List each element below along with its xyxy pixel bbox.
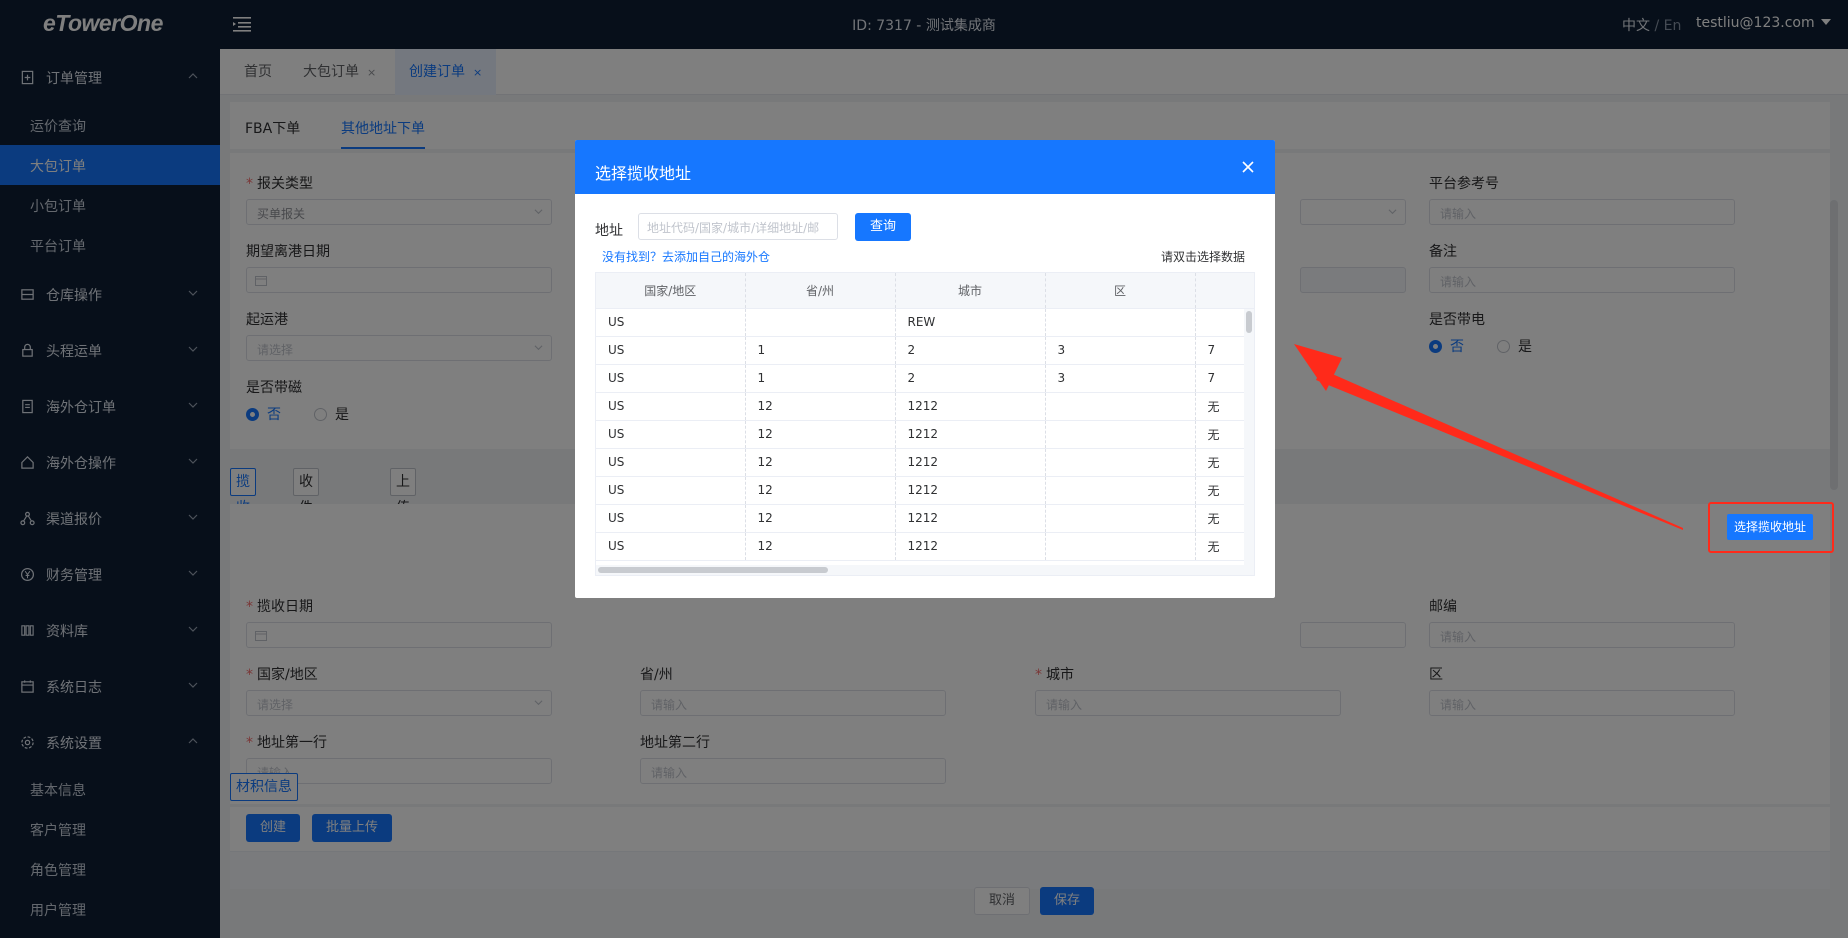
cell: 2: [895, 336, 1046, 365]
cell: 1212: [895, 420, 1046, 449]
cell: 1: [745, 364, 896, 393]
cell: 1212: [895, 392, 1046, 421]
table-row[interactable]: US 12 1212 无: [596, 448, 1254, 477]
cell: 12: [745, 476, 896, 505]
cell: 1212: [895, 448, 1046, 477]
cell: 1: [745, 336, 896, 365]
table-row[interactable]: US 12 1212 无: [596, 420, 1254, 449]
table-row[interactable]: US 1 2 3 7: [596, 364, 1254, 393]
select-pickup-address-dialog: 选择揽收地址 地址 地址代码/国家/城市/详细地址/邮 查询 没有找到？去添加自…: [575, 140, 1275, 598]
cell: 3: [1045, 364, 1196, 393]
column-header[interactable]: 邮: [1195, 273, 1254, 309]
table-row[interactable]: US 12 1212 无: [596, 504, 1254, 533]
table-row[interactable]: US 12 1212 无: [596, 392, 1254, 421]
cell: [1045, 504, 1196, 533]
column-header[interactable]: 省/州: [745, 273, 896, 309]
address-table: 国家/地区 省/州 城市 区 邮 USREW US1237 US1237 US1…: [595, 272, 1255, 576]
dialog-header: 选择揽收地址: [575, 140, 1275, 194]
cell: [1045, 532, 1196, 561]
query-button[interactable]: 查询: [855, 213, 911, 241]
cell: 12: [745, 448, 896, 477]
cell: [1045, 392, 1196, 421]
cell: 1212: [895, 532, 1046, 561]
cell: 3: [1045, 336, 1196, 365]
cell: US: [596, 392, 746, 421]
double-click-hint: 请双击选择数据: [1160, 250, 1245, 264]
column-header[interactable]: 区: [1045, 273, 1196, 309]
table-row[interactable]: US 1 2 3 7: [596, 336, 1254, 365]
cell: 12: [745, 392, 896, 421]
annotation-highlight-box: 选择揽收地址: [1708, 502, 1834, 553]
table-row[interactable]: US REW: [596, 308, 1254, 337]
cell: [1045, 420, 1196, 449]
table-horizontal-scrollbar[interactable]: [596, 565, 1254, 575]
cell: [1045, 448, 1196, 477]
table-row[interactable]: US 12 1212 无: [596, 476, 1254, 505]
table-header-row: 国家/地区 省/州 城市 区 邮: [596, 273, 1254, 309]
cell: 12: [745, 504, 896, 533]
cell: 1212: [895, 504, 1046, 533]
cell: US: [596, 420, 746, 449]
cell: US: [596, 448, 746, 477]
cell: US: [596, 532, 746, 561]
cell: US: [596, 308, 746, 337]
cell: US: [596, 504, 746, 533]
add-warehouse-link[interactable]: 没有找到？去添加自己的海外仓: [602, 248, 770, 265]
address-search-input[interactable]: 地址代码/国家/城市/详细地址/邮: [638, 213, 838, 240]
column-header[interactable]: 国家/地区: [596, 273, 746, 309]
dialog-title: 选择揽收地址: [595, 164, 692, 183]
cell: 12: [745, 420, 896, 449]
cell: US: [596, 364, 746, 393]
cell: US: [596, 476, 746, 505]
cell: [1045, 476, 1196, 505]
column-header[interactable]: 城市: [895, 273, 1046, 309]
cell: 1212: [895, 476, 1046, 505]
cell: US: [596, 336, 746, 365]
table-row[interactable]: US 12 1212 无: [596, 532, 1254, 561]
address-label: 地址: [595, 223, 623, 239]
cell: [745, 308, 896, 337]
cell: [1045, 308, 1196, 337]
select-pickup-address-button[interactable]: 选择揽收地址: [1727, 514, 1813, 540]
cell: 12: [745, 532, 896, 561]
cell: 2: [895, 364, 1046, 393]
close-icon[interactable]: [1241, 160, 1255, 174]
table-vertical-scrollbar[interactable]: [1244, 309, 1254, 565]
cell: REW: [895, 308, 1046, 337]
